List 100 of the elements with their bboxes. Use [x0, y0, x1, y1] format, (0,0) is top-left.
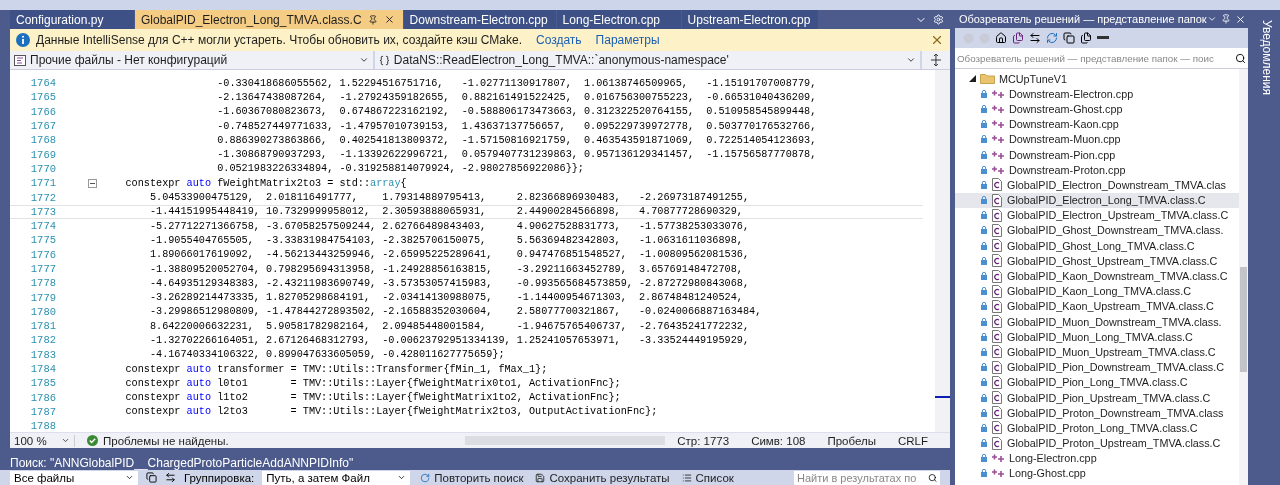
code-line: constexpr auto l2to3 = TMV::Utils::Layer{fWeightMatrix2to3, OutputActivationFnc}; — [124, 406, 658, 418]
line-number: 1765 — [29, 91, 56, 104]
search-field[interactable]: Найти в результатах по — [794, 470, 940, 485]
grouping-dropdown[interactable]: Путь, а затем Файл — [262, 470, 411, 485]
line-number: 1783 — [29, 348, 56, 361]
line-number: 1766 — [29, 105, 56, 118]
line-number: 1786 — [29, 391, 56, 404]
tree-item[interactable]: GlobalPID_Proton_Long_TMVA.class.C — [955, 420, 1239, 436]
code-line: 8.64220006632231, 5.90581782982164, 2.09485448001584, -1.94675765406737, -2.76435241772232, — [148, 320, 750, 332]
line-number: 1782 — [29, 334, 56, 347]
tree-item[interactable]: Downstream-Pion.cpp — [955, 146, 1239, 163]
scope-dropdown[interactable]: DataNS::ReadElectron_Long_TMVA::`anonymous-namespace' — [374, 51, 923, 69]
code-line: -0.748527449771633, -1.47957010739153, 1.43637137756657, 0.095229739972778, 0.503770176532766, — [216, 120, 817, 132]
tree-item[interactable]: GlobalPID_Kaon_Long_TMVA.class.C — [955, 283, 1239, 299]
line-number: 1770 — [29, 162, 56, 175]
line-number: 1785 — [29, 377, 56, 390]
tree-item[interactable]: GlobalPID_Muon_Downstream_TMVA.class. — [955, 314, 1239, 330]
code-line: constexpr auto transformer = TMV::Utils::Transformer{fMin_1, fMax_1}; — [124, 363, 548, 375]
line-number: 1778 — [29, 277, 56, 290]
line-number: 1772 — [29, 191, 56, 204]
tree-item[interactable]: GlobalPID_Kaon_Downstream_TMVA.class.C — [955, 268, 1239, 284]
code-line: 0.886390273863866, 0.402541813809372, -1.57150816921759, 0.463543591871069, 0.722514054123693, — [216, 134, 817, 146]
line-number: 1780 — [29, 305, 56, 318]
panel-title: Обозреватель решений — представление папок — [959, 13, 1207, 25]
code-line: -1.30868790937293, -1.13392622996721, 0.0579407731239863, 0.957136129341457, -1.15756587770878, — [216, 149, 817, 161]
line-number: 1779 — [29, 291, 56, 304]
grouping-label: Группировка: — [184, 471, 255, 484]
tree-item[interactable]: Downstream-Muon.cpp — [955, 131, 1239, 147]
line-number: 1777 — [29, 263, 56, 275]
scope-dropdown[interactable]: Все файлы — [10, 470, 138, 485]
line-number: 1774 — [29, 220, 56, 233]
tree-item[interactable]: GlobalPID_Pion_Upstream_TMVA.class.C — [955, 389, 1239, 406]
toolbar-button[interactable]: Повторить поиск — [418, 471, 526, 484]
info-message: Данные IntelliSense для C++ могли устареть. Чтобы обновить их, создайте кэш CMake. — [36, 33, 522, 47]
search-field[interactable]: Обозреватель решений — представление папок — поис — [955, 48, 1248, 69]
project-dropdown[interactable]: Прочие файлы - Нет конфигураций — [10, 51, 375, 69]
line-number: 1787 — [29, 405, 56, 418]
tree-item[interactable]: MCUpTuneV1 — [955, 71, 1239, 87]
column-status: Симв: 108 — [751, 434, 806, 447]
tree-item[interactable]: GlobalPID_Ghost_Upstream_TMVA.class.C — [955, 253, 1239, 269]
tree-item[interactable]: GlobalPID_Electron_Long_TMVA.class.C — [955, 192, 1239, 208]
line-number: 1781 — [29, 320, 56, 333]
code-line: -1.60367080823673, 0.674867223162192, -0.588806173473663, 0.312322520764155, 0.510958545899448, — [216, 106, 817, 118]
tree-item[interactable]: Downstream-Kaon.cpp — [955, 116, 1239, 132]
code-line: -3.29986512980809, -1.47844272893502, -2.16588352030604, 2.58077700321867, -0.0240066887163484, — [148, 306, 762, 318]
tree-item[interactable]: GlobalPID_Muon_Upstream_TMVA.class.C — [955, 344, 1239, 360]
tree-item[interactable]: GlobalPID_Electron_Upstream_TMVA.class.C — [955, 207, 1239, 223]
tree-item[interactable]: GlobalPID_Ghost_Long_TMVA.class.C — [955, 238, 1239, 254]
code-line: -1.9055404765505, -3.33831984754103, -2.3825706150075, 5.56369482342803, -1.0631611036898, — [148, 234, 743, 246]
tree-item[interactable]: GlobalPID_Pion_Downstream_TMVA.class.C — [955, 359, 1239, 375]
code-line: constexpr auto l0to1 = TMV::Utils::Layer{fWeightMatrix0to1, ActivationFnc}; — [124, 377, 621, 389]
editor-tab[interactable]: Configuration.py — [10, 10, 134, 29]
code-line: 5.04533900475129, 2.018116491777, 1.79314889795413, 2.82366896930483, -2.26973187491255, — [148, 192, 750, 203]
whitespace-status: Пробелы — [827, 434, 876, 447]
zoom-dropdown[interactable]: 100 % — [10, 434, 75, 447]
line-ending-status: CRLF — [897, 434, 928, 447]
info-link[interactable]: Создать — [536, 33, 582, 47]
code-line: -2.13647438087264, -1.27924359182655, 0.882161491522425, 0.016756300755223, -0.66531040436209, — [216, 91, 817, 103]
tree-item[interactable]: GlobalPID_Electron_Downstream_TMVA.clas — [955, 177, 1239, 193]
tree-item[interactable]: Downstream-Ghost.cpp — [955, 101, 1239, 117]
line-number: 1771 — [29, 177, 56, 190]
line-status: Стр: 1773 — [677, 434, 730, 447]
tree-item[interactable]: GlobalPID_Kaon_Upstream_TMVA.class.C — [955, 298, 1239, 314]
toolbar-button[interactable]: Список — [679, 471, 736, 484]
info-link[interactable]: Параметры — [595, 33, 660, 47]
code-line: -1.44151995448419, 10.7329999958012, 2.30593888065931, 2.44900284566898, 4.70877728690329, — [148, 206, 743, 218]
tree-item[interactable]: Downstream-Proton.cpp — [955, 162, 1239, 178]
code-line: -1.38809520052704, 0.798295694313958, -1.24928856163815, -3.29211663452789, 3.65769148472708, — [148, 263, 743, 275]
tree-item[interactable]: Downstream-Electron.cpp — [955, 86, 1239, 102]
code-line: constexpr auto l1to2 = TMV::Utils::Layer{fWeightMatrix1to2, ActivationFnc}; — [124, 392, 621, 404]
tree-item[interactable]: GlobalPID_Muon_Long_TMVA.class.C — [955, 329, 1239, 345]
line-number: 1788 — [29, 420, 56, 432]
notifications-tab[interactable]: Уведомления — [1259, 20, 1274, 96]
issues-status: Проблемы не найдены. — [103, 434, 229, 447]
tree-item[interactable]: GlobalPID_Proton_Upstream_TMVA.class.C — [955, 435, 1239, 451]
code-line: -1.32702266164051, 2.67126468312793, -0.00623792951334139, 1.25241057653971, -3.33524449195929, — [148, 335, 750, 346]
line-number: 1776 — [29, 248, 56, 261]
toolbar-button[interactable]: Сохранить результаты — [533, 471, 672, 484]
line-number: 1784 — [29, 363, 56, 376]
line-number: 1775 — [29, 234, 56, 247]
code-line: -3.26289214473335, 1.82705298684191, -2.03414130988075, -1.14400954671303, 2.86748481240524, — [148, 292, 743, 304]
line-number: 1768 — [29, 134, 56, 147]
tree-item[interactable]: GlobalPID_Proton_Downstream_TMVA.class — [955, 405, 1239, 421]
tree-item[interactable]: Long-Electron.cpp — [955, 450, 1239, 466]
code-line: 1.89066017619092, -4.56213443259946, -2.65995225289641, 0.947476851548527, -1.00809562081536, — [148, 249, 750, 261]
panel-title: Поиск: "ANNGlobalPID__ChargedProtoParticleAddANNPIDInfo" — [10, 455, 354, 470]
tree-item[interactable]: GlobalPID_Pion_Long_TMVA.class.C — [955, 374, 1239, 390]
line-number: 1769 — [29, 148, 56, 161]
editor-tab[interactable]: Long-Electron.cpp — [556, 10, 681, 29]
code-line: -5.27712271366758, -3.67058257509244, 2.62766489843403, 4.90627528831773, -1.57738253033076, — [148, 220, 750, 232]
line-number: 1764 — [29, 77, 56, 90]
line-number: 1767 — [29, 120, 56, 133]
editor-tab[interactable]: Downstream-Electron.cpp — [403, 10, 556, 29]
editor-tab[interactable]: Upstream-Electron.cpp — [681, 10, 819, 29]
tree-item[interactable]: GlobalPID_Ghost_Downstream_TMVA.class. — [955, 222, 1239, 239]
line-number: 1773 — [29, 205, 56, 218]
tree-item[interactable]: Long-Ghost.cpp — [955, 465, 1239, 482]
editor-tab[interactable]: GlobalPID_Electron_Long_TMVA.class.C — [135, 10, 403, 29]
code-line: -0.330418686055562, 1.52294516751716, -1.02771130917807, 1.06138746509965, -1.15191707008779, — [216, 77, 817, 89]
code-line: constexpr auto fWeightMatrix2to3 = std::array{ — [124, 177, 407, 189]
